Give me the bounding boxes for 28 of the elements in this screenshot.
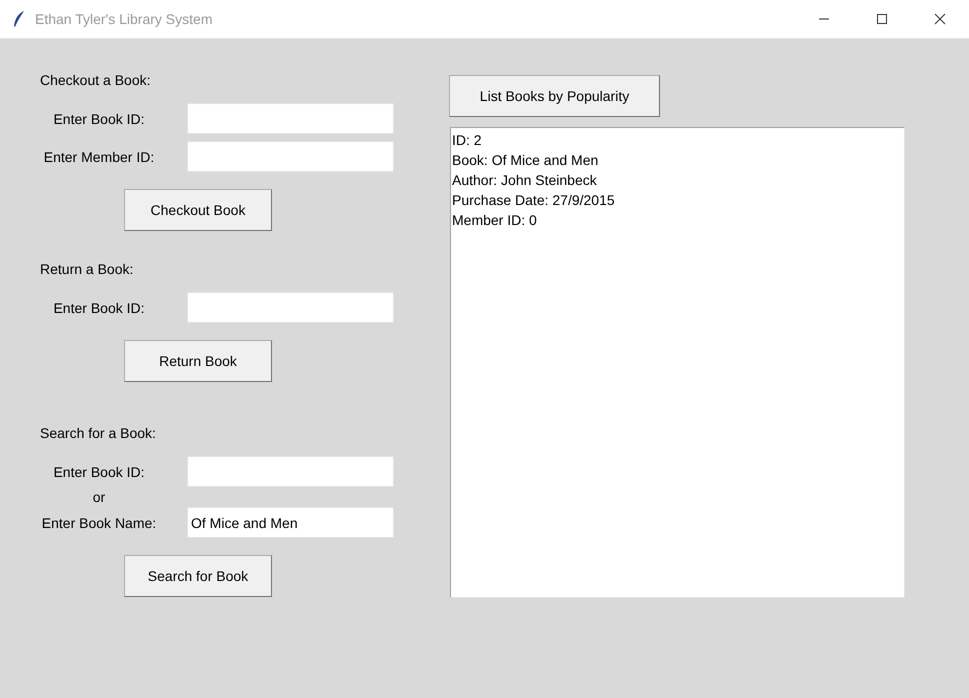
action-button[interactable]: Search for Book [124,555,272,597]
input-field[interactable] [187,456,394,487]
input-field[interactable] [187,103,394,134]
section-title: Return a Book: [40,260,134,278]
field-label: Enter Book ID: [52,110,146,126]
section-title: Checkout a Book: [40,71,151,89]
input-field[interactable] [187,292,394,323]
close-icon[interactable] [934,13,946,25]
action-button[interactable]: Return Book [124,340,272,382]
result-line: Purchase Date: 27/9/2015 [452,191,615,210]
input-field[interactable] [187,141,394,172]
separator-text: or [92,489,106,505]
result-line: ID: 2 [452,131,482,150]
window-title: Ethan Tyler's Library System [35,11,212,27]
field-label: Enter Book ID: [52,464,146,480]
input-field[interactable]: Of Mice and Men [187,507,394,538]
section-title: Search for a Book: [40,424,156,442]
feather-icon [12,10,26,28]
field-label: Enter Book ID: [52,300,146,316]
result-line: Author: John Steinbeck [452,171,597,190]
field-label: Enter Book Name: [40,514,158,530]
result-line: Member ID: 0 [452,211,537,230]
field-label: Enter Member ID: [42,148,156,164]
list-button[interactable]: List Books by Popularity [449,75,660,117]
maximize-icon[interactable] [876,13,888,25]
action-button[interactable]: Checkout Book [124,189,272,231]
result-line: Book: Of Mice and Men [452,151,598,170]
results-box[interactable]: ID: 2 Book: Of Mice and Men Author: John Steinbeck Purchase Date: 27/9/2015 Member ID: 0 [450,127,905,598]
